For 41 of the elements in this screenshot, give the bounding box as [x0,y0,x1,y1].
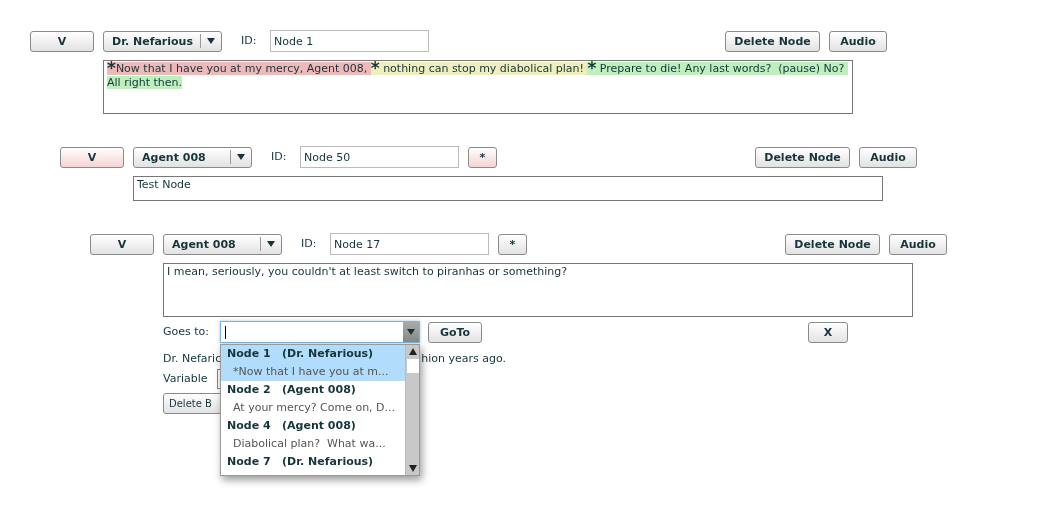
caret-icon [207,38,215,44]
option-title: Node 4 (Agent 008) [227,418,357,434]
speaker-dropdown[interactable]: Agent 008 [163,233,282,255]
dropdown-option[interactable]: Node 1 (Dr. Nefarious) *Now that I have you at m... [221,345,405,381]
toggle-button[interactable]: V [30,30,94,52]
dropdown-option[interactable]: Node 7 (Dr. Nefarious) [221,453,405,471]
goto-button[interactable]: GoTo [428,321,482,343]
dialogue-text-area[interactable]: I mean, seriously, you couldn't at least switch to piranhas or something? [163,263,913,317]
delete-node-button[interactable]: Delete Node [785,233,880,255]
speaker-dropdown[interactable]: Dr. Nefarious [103,30,222,52]
option-title: Node 1 (Dr. Nefarious) [227,346,375,362]
dropdown-option[interactable]: Node 4 (Agent 008) Diabolical plan? What wa... [221,417,405,453]
id-label: ID: [301,235,318,252]
goes-to-label: Goes to: [163,323,210,340]
id-label: ID: [271,148,288,165]
option-preview: Diabolical plan? What wa... [232,436,387,452]
dialogue-text-area[interactable]: Test Node [133,176,883,201]
toggle-button[interactable]: V [60,146,124,168]
id-field[interactable]: Node 17 [330,233,489,255]
caret-icon [267,241,275,247]
delete-node-button[interactable]: Delete Node [755,146,850,168]
id-field[interactable]: Node 50 [300,146,459,168]
audio-button[interactable]: Audio [889,233,947,255]
audio-button[interactable]: Audio [859,146,917,168]
condition-text: Dr. Nefaric [163,351,222,365]
option-preview: *Now that I have you at m... [232,364,390,380]
id-field[interactable]: Node 1 [270,30,429,52]
star-button[interactable]: * [468,146,497,168]
variable-label: Variable [163,370,209,387]
speaker-dropdown[interactable]: Agent 008 [133,146,252,168]
star-button[interactable]: * [498,233,527,255]
audio-button[interactable]: Audio [829,30,887,52]
toggle-button[interactable]: V [90,233,154,255]
option-title: Node 7 (Dr. Nefarious) [227,454,375,470]
caret-icon [237,154,245,160]
text-cursor [225,325,226,339]
condition-text: hion years ago. [421,351,506,365]
scrollbar[interactable] [405,345,419,475]
id-label: ID: [241,32,258,49]
remove-branch-button[interactable]: X [808,321,848,343]
delete-node-button[interactable]: Delete Node [725,30,820,52]
